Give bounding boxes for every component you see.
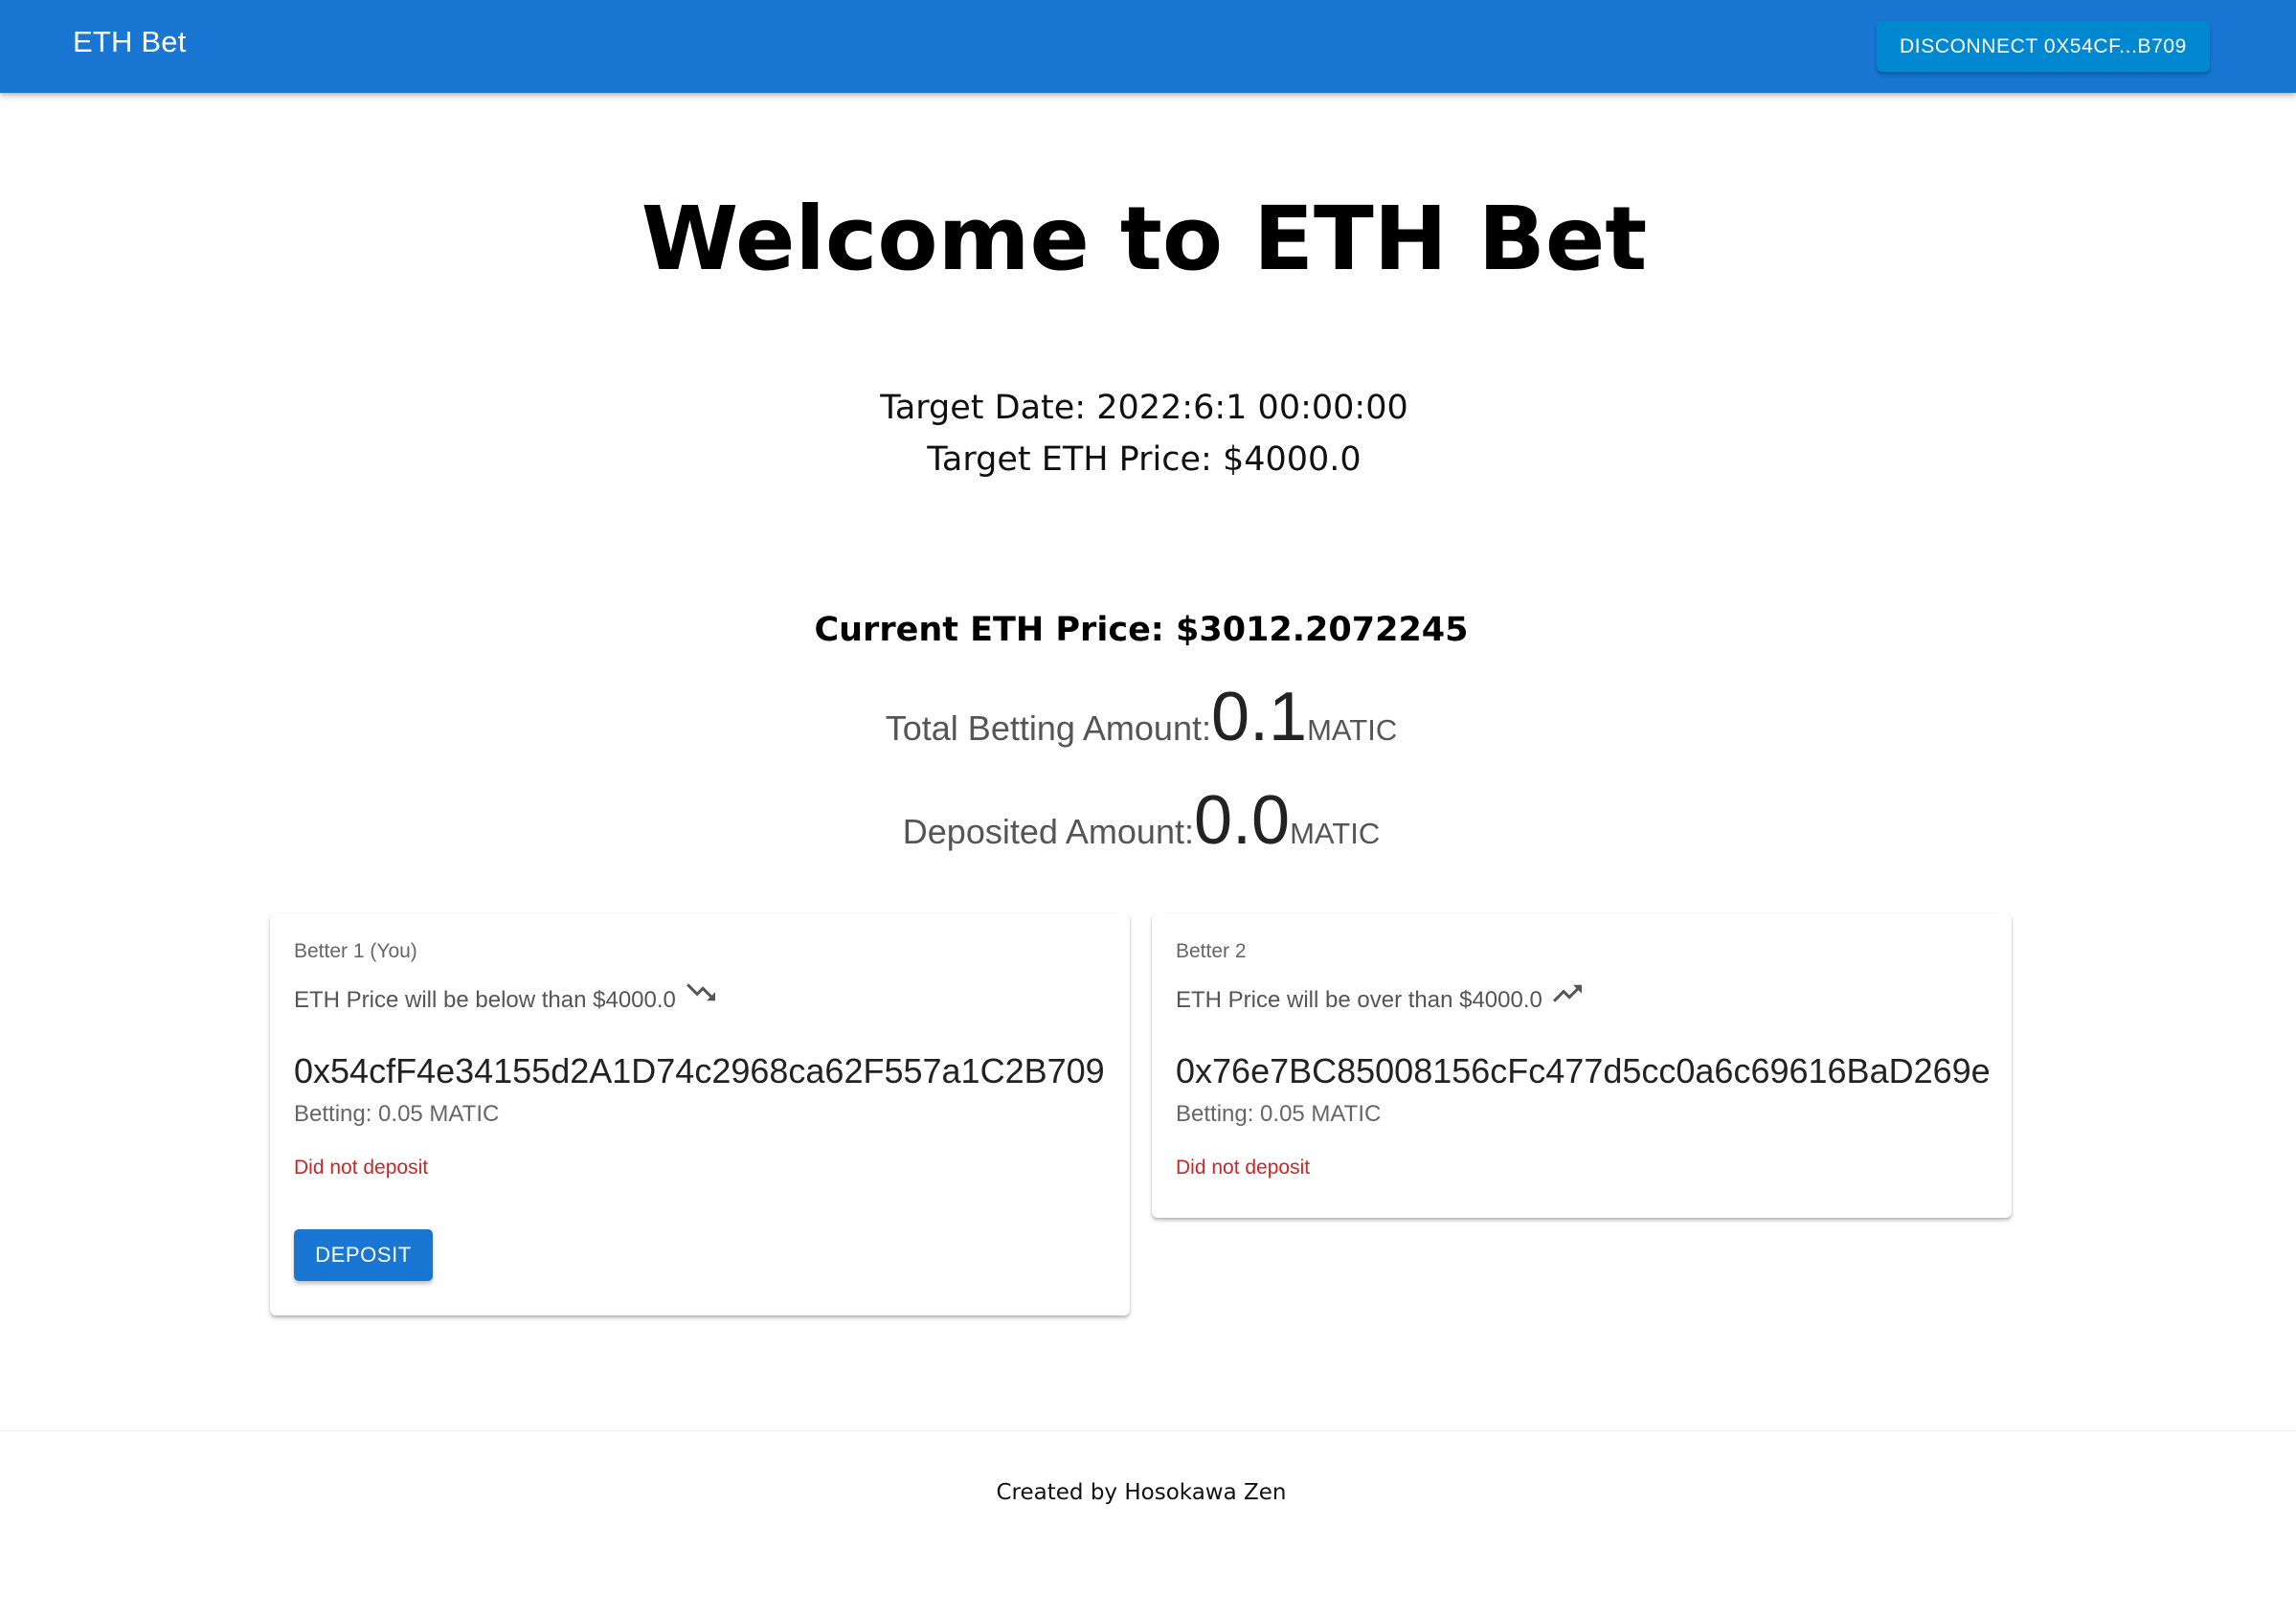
total-betting-unit: MATIC — [1307, 713, 1398, 747]
better-betting: Betting: 0.05 MATIC — [1176, 1101, 1382, 1127]
better-prediction: ETH Price will be below than $4000.0 — [294, 983, 718, 1015]
better-2-card: Better 2 ETH Price will be over than $40… — [1152, 913, 2012, 1218]
deposit-status: Did not deposit — [294, 1157, 429, 1179]
app-title: ETH Bet — [73, 25, 187, 58]
total-betting-label: Total Betting Amount: — [885, 708, 1211, 748]
trending-down-icon — [684, 978, 718, 1007]
page-title: Welcome to ETH Bet — [641, 188, 1648, 290]
app-bar: ETH Bet DISCONNECT 0X54CF...B709 — [0, 0, 2296, 93]
deposited-label: Deposited Amount: — [902, 812, 1194, 851]
footer-credit: Created by Hosokawa Zen — [996, 1480, 1287, 1505]
prediction-text: ETH Price will be below than $4000.0 — [294, 987, 676, 1013]
better-betting: Betting: 0.05 MATIC — [294, 1101, 500, 1127]
prediction-text: ETH Price will be over than $4000.0 — [1176, 987, 1542, 1013]
better-heading: Better 2 — [1176, 940, 1247, 962]
footer-divider — [0, 1430, 2296, 1431]
target-date: Target Date: 2022:6:1 00:00:00 — [880, 389, 1408, 427]
better-heading: Better 1 (You) — [294, 940, 417, 962]
total-betting-value: 0.1 — [1210, 679, 1308, 755]
disconnect-button[interactable]: DISCONNECT 0X54CF...B709 — [1877, 21, 2210, 72]
better-address: 0x54cfF4e34155d2A1D74c2968ca62F557a1C2B7… — [294, 1051, 1105, 1090]
current-eth-price: Current ETH Price: $3012.2072245 — [814, 611, 1469, 649]
deposit-status: Did not deposit — [1176, 1157, 1311, 1179]
trending-up-icon — [1550, 978, 1585, 1007]
better-address: 0x76e7BC85008156cFc477d5cc0a6c69616BaD26… — [1176, 1051, 1991, 1090]
deposited-amount: Deposited Amount: 0.0 MATIC — [0, 781, 2283, 860]
target-price: Target ETH Price: $4000.0 — [927, 440, 1362, 479]
deposited-unit: MATIC — [1290, 817, 1381, 850]
deposit-button[interactable]: DEPOSIT — [294, 1229, 433, 1281]
better-prediction: ETH Price will be over than $4000.0 — [1176, 984, 1585, 1015]
total-betting-amount: Total Betting Amount: 0.1 MATIC — [0, 678, 2283, 756]
better-1-card: Better 1 (You) ETH Price will be below t… — [270, 913, 1130, 1315]
deposited-value: 0.0 — [1193, 782, 1291, 859]
